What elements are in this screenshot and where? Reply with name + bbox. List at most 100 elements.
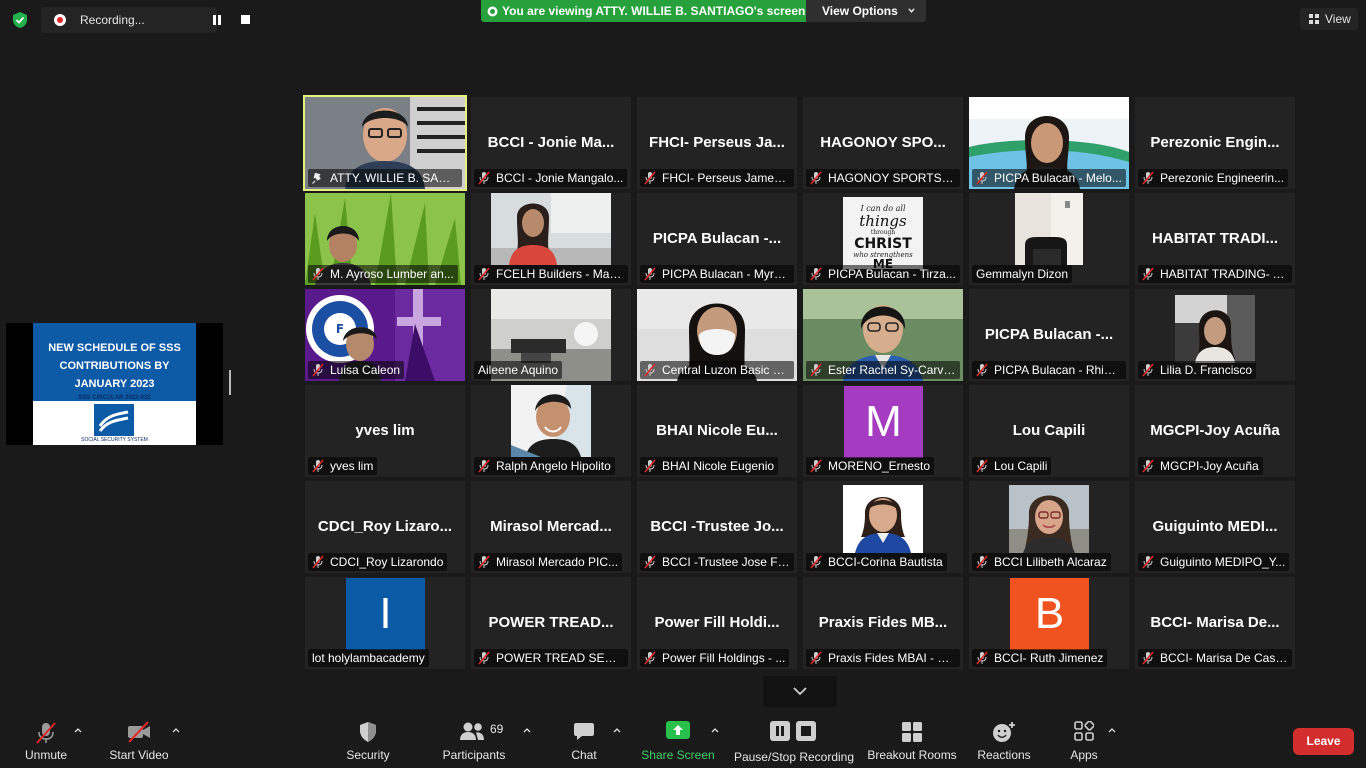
participant-tile[interactable]: HAGONOY SPO... HAGONOY SPORTS I... bbox=[803, 97, 963, 189]
participant-tile[interactable]: M. Ayroso Lumber an... bbox=[305, 193, 465, 285]
participant-display-name: MGCPI-Joy Acuña bbox=[1150, 422, 1280, 439]
participant-tile[interactable]: I can do all things through CHRIST who stren… bbox=[803, 193, 963, 285]
participant-tile[interactable]: PICPA Bulacan -... PICPA Bulacan - Myra..… bbox=[637, 193, 797, 285]
participant-tile[interactable]: FHCI- Perseus Ja... FHCI- Perseus James .… bbox=[637, 97, 797, 189]
participant-tile[interactable]: Gemmalyn Dizon bbox=[969, 193, 1129, 285]
participant-name: Aileene Aquino bbox=[478, 363, 559, 377]
participant-tile[interactable]: HABITAT TRADI... HABITAT TRADING- Ai... bbox=[1135, 193, 1295, 285]
participant-tile[interactable]: MGCPI-Joy Acuña MGCPI-Joy Acuña bbox=[1135, 385, 1295, 477]
view-button[interactable]: View bbox=[1300, 8, 1358, 30]
participant-name: BHAI Nicole Eugenio bbox=[662, 459, 775, 473]
participant-tile[interactable]: Perezonic Engin... Perezonic Engineerin..… bbox=[1135, 97, 1295, 189]
participant-tile[interactable]: M MORENO_Ernesto bbox=[803, 385, 963, 477]
participant-display-name: yves lim bbox=[355, 422, 415, 439]
participant-name-label: Lilia D. Francisco bbox=[1138, 361, 1257, 379]
muted-mic-icon bbox=[1142, 267, 1154, 281]
participant-tile[interactable]: Central Luzon Basic H... bbox=[637, 289, 797, 381]
chat-button[interactable]: Chat bbox=[560, 710, 608, 768]
participant-tile[interactable]: yves lim yves lim bbox=[305, 385, 465, 477]
muted-mic-icon bbox=[810, 171, 822, 185]
participant-tile[interactable]: BCCI - Jonie Ma... BCCI - Jonie Mangalo..… bbox=[471, 97, 631, 189]
participant-tile[interactable]: Ester Rachel Sy-Carva... bbox=[803, 289, 963, 381]
participant-tile[interactable]: CDCI_Roy Lizaro... CDCI_Roy Lizarondo bbox=[305, 481, 465, 573]
zoom-meeting-window: Recording... You are viewing ATTY. WILLI… bbox=[0, 0, 1366, 768]
participant-name-label: Perezonic Engineerin... bbox=[1138, 169, 1289, 187]
participant-tile[interactable]: BCCI-Corina Bautista bbox=[803, 481, 963, 573]
muted-mic-icon bbox=[1142, 555, 1154, 569]
participant-tile[interactable]: Guiguinto MEDI... Guiguinto MEDIPO_Y... bbox=[1135, 481, 1295, 573]
participant-tile[interactable]: F Luisa Caleon bbox=[305, 289, 465, 381]
muted-mic-icon bbox=[478, 171, 490, 185]
participant-tile[interactable]: Aileene Aquino bbox=[471, 289, 631, 381]
video-options-caret-icon[interactable] bbox=[172, 727, 180, 733]
participant-name-label: Mirasol Mercado PIC... bbox=[474, 553, 623, 571]
participant-tile[interactable]: Lou Capili Lou Capili bbox=[969, 385, 1129, 477]
recording-label: Recording... bbox=[80, 13, 145, 27]
participant-name: yves lim bbox=[330, 459, 374, 473]
security-button[interactable]: Security bbox=[340, 710, 396, 768]
shared-screen-thumbnail[interactable]: NEW SCHEDULE OF SSS CONTRIBUTIONS BY JAN… bbox=[6, 323, 223, 445]
participant-tile[interactable]: Power Fill Holdi... Power Fill Holdings -… bbox=[637, 577, 797, 669]
pause-recording-icon[interactable] bbox=[212, 15, 222, 25]
participant-name-label: ATTY. WILLIE B. SANTIAGO bbox=[308, 169, 462, 187]
participant-tile[interactable]: FCELH Builders - Mari... bbox=[471, 193, 631, 285]
participant-name-label: BCCI - Jonie Mangalo... bbox=[474, 169, 628, 187]
participant-name-label: Guiguinto MEDIPO_Y... bbox=[1138, 553, 1290, 571]
participant-name-label: Ralph Angelo Hipolito bbox=[474, 457, 615, 475]
muted-mic-icon bbox=[644, 363, 656, 377]
participant-tile[interactable]: PICPA Bulacan -... PICPA Bulacan - Rhina.… bbox=[969, 289, 1129, 381]
participant-display-name: FHCI- Perseus Ja... bbox=[649, 134, 785, 151]
chat-caret-icon[interactable] bbox=[613, 727, 621, 733]
participant-name: BCCI Lilibeth Alcaraz bbox=[994, 555, 1107, 569]
record-dot-icon bbox=[54, 14, 66, 26]
participant-video bbox=[1175, 295, 1255, 363]
pause-stop-recording-button[interactable]: Pause/Stop Recording bbox=[733, 710, 855, 768]
participants-button[interactable]: 69 Participants bbox=[440, 710, 508, 768]
participant-tile[interactable]: Ralph Angelo Hipolito bbox=[471, 385, 631, 477]
unmute-button[interactable]: Unmute bbox=[18, 710, 74, 768]
reactions-button[interactable]: Reactions bbox=[974, 710, 1034, 768]
meeting-toolbar: Unmute Start Video Security 69 Participa… bbox=[0, 710, 1366, 768]
collapse-gallery-button[interactable] bbox=[763, 676, 837, 707]
participant-tile[interactable]: ATTY. WILLIE B. SANTIAGO bbox=[303, 95, 467, 191]
participant-tile[interactable]: PICPA Bulacan - Melo... bbox=[969, 97, 1129, 189]
participant-tile[interactable]: BCCI Lilibeth Alcaraz bbox=[969, 481, 1129, 573]
participant-tile[interactable]: BCCI -Trustee Jo... BCCI -Trustee Jose Fr… bbox=[637, 481, 797, 573]
participant-video bbox=[843, 485, 923, 553]
share-screen-button[interactable]: Share Screen bbox=[640, 710, 716, 768]
encryption-shield-icon[interactable] bbox=[11, 11, 29, 29]
share-status-icon bbox=[487, 6, 498, 17]
muted-mic-icon bbox=[478, 651, 490, 665]
apps-caret-icon[interactable] bbox=[1108, 727, 1116, 733]
participant-video bbox=[1015, 193, 1083, 265]
start-video-button[interactable]: Start Video bbox=[104, 710, 174, 768]
participant-tile[interactable]: POWER TREAD... POWER TREAD SERVI... bbox=[471, 577, 631, 669]
participant-tile[interactable]: BHAI Nicole Eu... BHAI Nicole Eugenio bbox=[637, 385, 797, 477]
recording-indicator: Recording... bbox=[41, 7, 250, 33]
muted-mic-icon bbox=[976, 555, 988, 569]
participant-tile[interactable]: B BCCI- Ruth Jimenez bbox=[969, 577, 1129, 669]
participant-tile[interactable]: BCCI- Marisa De... BCCI- Marisa De Cast..… bbox=[1135, 577, 1295, 669]
participant-tile[interactable]: Ilot holylambacademy bbox=[305, 577, 465, 669]
share-caret-icon[interactable] bbox=[711, 727, 719, 733]
split-view-handle[interactable] bbox=[229, 370, 231, 395]
participants-caret-icon[interactable] bbox=[523, 727, 531, 733]
participant-video: I can do all things through CHRIST who stren… bbox=[843, 197, 923, 271]
participant-name-label: Praxis Fides MBAI - El... bbox=[806, 649, 960, 667]
participant-name: PICPA Bulacan - Rhina... bbox=[994, 363, 1122, 377]
participant-tile[interactable]: Mirasol Mercad... Mirasol Mercado PIC... bbox=[471, 481, 631, 573]
audio-options-caret-icon[interactable] bbox=[74, 727, 82, 733]
participant-display-name: Mirasol Mercad... bbox=[490, 518, 612, 535]
apps-button[interactable]: Apps bbox=[1062, 710, 1106, 768]
stop-recording-icon[interactable] bbox=[241, 15, 250, 24]
participant-name-label: lot holylambacademy bbox=[308, 649, 429, 667]
participant-tile[interactable]: Praxis Fides MB... Praxis Fides MBAI - El… bbox=[803, 577, 963, 669]
breakout-rooms-button[interactable]: Breakout Rooms bbox=[866, 710, 958, 768]
participant-name-label: BHAI Nicole Eugenio bbox=[640, 457, 779, 475]
leave-button[interactable]: Leave bbox=[1293, 728, 1354, 755]
muted-mic-icon bbox=[1142, 171, 1154, 185]
participant-name-label: HABITAT TRADING- Ai... bbox=[1138, 265, 1292, 283]
participant-name: MORENO_Ernesto bbox=[828, 459, 931, 473]
view-options-button[interactable]: View Options bbox=[806, 0, 926, 22]
participant-tile[interactable]: Lilia D. Francisco bbox=[1135, 289, 1295, 381]
